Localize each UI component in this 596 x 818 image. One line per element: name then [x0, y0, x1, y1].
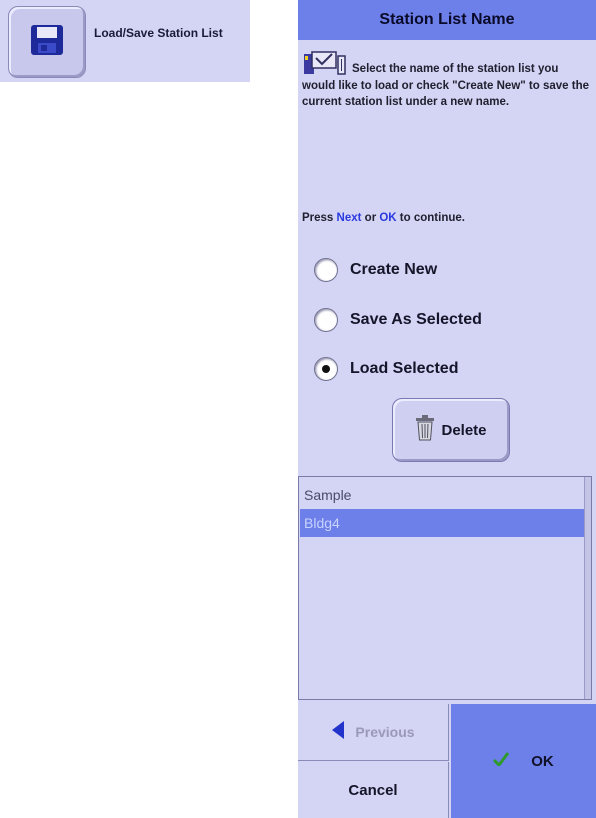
radio-label: Load Selected: [350, 360, 459, 377]
radio-load-selected[interactable]: Load Selected: [314, 352, 584, 386]
radio-save-as-selected[interactable]: Save As Selected: [314, 303, 584, 337]
delete-label: Delete: [441, 421, 487, 439]
load-save-label: Load/Save Station List: [94, 26, 223, 40]
press-hint: Press Next or OK to continue.: [302, 212, 594, 224]
station-list-icon: [302, 48, 348, 76]
checkmark-icon: [493, 751, 510, 771]
radio-selected-dot: [322, 365, 330, 373]
load-save-station-list-button[interactable]: [8, 6, 86, 78]
list-item[interactable]: Sample: [300, 481, 589, 509]
back-arrow-icon: [331, 720, 345, 745]
instructions-text: Select the name of the station list you …: [302, 48, 594, 111]
cancel-label: Cancel: [348, 781, 398, 799]
press-next-keyword: Next: [336, 212, 362, 224]
radio-button[interactable]: [314, 258, 338, 282]
radio-create-new[interactable]: Create New: [314, 253, 584, 287]
floppy-disk-icon: [29, 23, 65, 62]
listbox-scrollbar[interactable]: [584, 477, 591, 699]
dialog-title: Station List Name: [298, 0, 596, 40]
station-list-listbox[interactable]: Sample Bldg4: [298, 476, 592, 700]
delete-button[interactable]: Delete: [392, 398, 510, 462]
previous-button[interactable]: Previous: [298, 704, 449, 761]
ok-button[interactable]: OK: [451, 704, 596, 818]
previous-label: Previous: [355, 724, 415, 740]
press-prefix: Press: [302, 212, 337, 224]
press-ok-keyword: OK: [379, 212, 397, 224]
ok-label: OK: [531, 752, 554, 770]
radio-label: Save As Selected: [350, 311, 482, 328]
press-or: or: [361, 212, 380, 224]
trash-icon: [415, 414, 435, 446]
cancel-button[interactable]: Cancel: [298, 762, 449, 818]
radio-label: Create New: [350, 261, 438, 278]
list-item-selected[interactable]: Bldg4: [300, 509, 589, 537]
radio-button[interactable]: [314, 308, 338, 332]
radio-button[interactable]: [314, 357, 338, 381]
load-save-launcher: Load/Save Station List: [0, 0, 250, 82]
station-list-dialog: Station List Name Select the name of the…: [298, 0, 596, 818]
press-suffix: to continue.: [396, 212, 465, 224]
footer-left: Previous Cancel: [298, 704, 450, 818]
